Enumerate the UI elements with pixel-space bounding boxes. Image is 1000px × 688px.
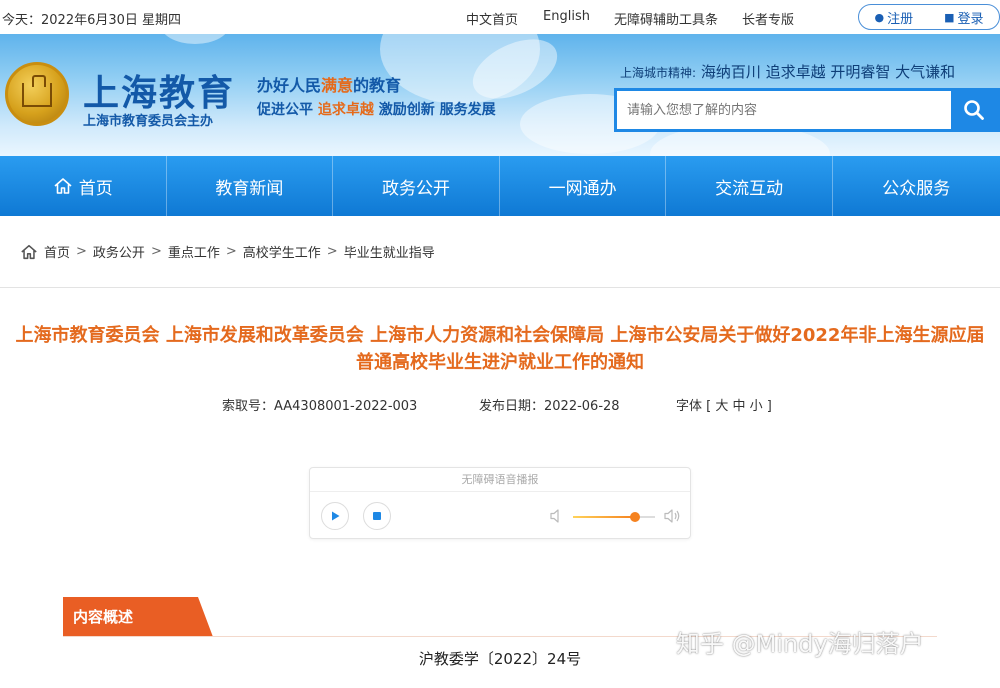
play-button[interactable] xyxy=(321,502,349,530)
auth-box: ● 注册 ■ 登录 xyxy=(858,4,1000,30)
volume-mute-icon[interactable] xyxy=(550,508,564,524)
login-button[interactable]: ■ 登录 xyxy=(944,8,983,27)
content-overview-tag: 内容概述 xyxy=(63,597,213,637)
main-nav: 首页 教育新闻 政务公开 一网通办 交流互动 公众服务 xyxy=(0,156,1000,216)
banner-decoration xyxy=(160,34,230,44)
header-banner: 上海教育 上海市教育委员会主办 办好人民满意的教育 促进公平 追求卓越 激励创新… xyxy=(0,34,1000,156)
breadcrumb: 首页 > 政务公开 > 重点工作 > 高校学生工作 > 毕业生就业指导 xyxy=(20,242,435,261)
nav-interaction[interactable]: 交流互动 xyxy=(666,156,833,216)
user-icon: ● xyxy=(874,10,885,24)
font-size-selector[interactable]: 字体 [ 大 中 小 ] xyxy=(676,395,772,414)
city-spirit: 上海城市精神: 海纳百川 追求卓越 开明睿智 大气谦和 xyxy=(620,63,956,81)
breadcrumb-student-work[interactable]: 高校学生工作 xyxy=(243,242,321,261)
link-english[interactable]: English xyxy=(543,9,590,28)
link-chinese-home[interactable]: 中文首页 xyxy=(466,9,518,28)
link-elderly-version[interactable]: 长者专版 xyxy=(742,9,794,28)
breadcrumb-government-affairs[interactable]: 政务公开 xyxy=(93,242,145,261)
volume-slider[interactable] xyxy=(573,512,655,522)
watermark: 知乎 @Mindy海归落户 xyxy=(676,630,924,658)
nav-education-news[interactable]: 教育新闻 xyxy=(167,156,334,216)
search-input[interactable] xyxy=(617,91,951,129)
home-icon xyxy=(21,244,37,259)
divider xyxy=(0,287,1000,288)
audio-player-title: 无障碍语音播报 xyxy=(310,468,690,492)
breadcrumb-separator: > xyxy=(150,244,162,259)
stop-icon xyxy=(373,512,381,520)
slogan-line-2: 促进公平 追求卓越 激励创新 服务发展 xyxy=(257,102,496,118)
breadcrumb-key-work[interactable]: 重点工作 xyxy=(168,242,220,261)
volume-slider-fill xyxy=(573,516,636,518)
stop-button[interactable] xyxy=(363,502,391,530)
search-icon xyxy=(964,100,984,120)
breadcrumb-home[interactable]: 首页 xyxy=(44,242,70,261)
top-utility-bar: 今天：2022年6月30日 星期四 中文首页 English 无障碍辅助工具条 … xyxy=(0,0,1000,34)
nav-government-affairs[interactable]: 政务公开 xyxy=(333,156,500,216)
lock-icon: ■ xyxy=(944,10,955,24)
site-logo-subtitle: 上海市教育委员会主办 xyxy=(83,114,214,129)
site-search xyxy=(614,88,1000,132)
top-links: 中文首页 English 无障碍辅助工具条 长者专版 xyxy=(466,9,818,28)
site-logo-title[interactable]: 上海教育 xyxy=(83,64,235,116)
slogan-line-1: 办好人民满意的教育 xyxy=(257,76,402,95)
search-button[interactable] xyxy=(951,91,997,129)
article-title: 上海市教育委员会 上海市发展和改革委员会 上海市人力资源和社会保障局 上海市公安… xyxy=(15,325,985,373)
audio-player: 无障碍语音播报 xyxy=(309,467,691,539)
home-icon xyxy=(54,178,72,194)
register-button[interactable]: ● 注册 xyxy=(874,8,913,27)
nav-home[interactable]: 首页 xyxy=(0,156,167,216)
login-label: 登录 xyxy=(957,11,984,27)
play-icon xyxy=(332,511,340,521)
volume-slider-handle[interactable] xyxy=(630,512,641,522)
breadcrumb-separator: > xyxy=(76,244,87,259)
breadcrumb-separator: > xyxy=(326,244,338,259)
nav-public-service[interactable]: 公众服务 xyxy=(833,156,1000,216)
breadcrumb-employment-guidance[interactable]: 毕业生就业指导 xyxy=(344,242,435,261)
nav-one-stop-service[interactable]: 一网通办 xyxy=(500,156,667,216)
register-label: 注册 xyxy=(887,11,914,27)
current-date: 今天：2022年6月30日 星期四 xyxy=(2,13,182,28)
index-number: 索取号：AA4308001-2022-003 xyxy=(222,399,418,414)
link-accessibility-toolbar[interactable]: 无障碍辅助工具条 xyxy=(614,9,718,28)
breadcrumb-separator: > xyxy=(225,244,237,259)
publish-date: 发布日期：2022-06-28 xyxy=(479,399,620,414)
volume-up-icon[interactable] xyxy=(664,508,682,524)
shanghai-education-emblem-icon[interactable] xyxy=(5,62,69,126)
